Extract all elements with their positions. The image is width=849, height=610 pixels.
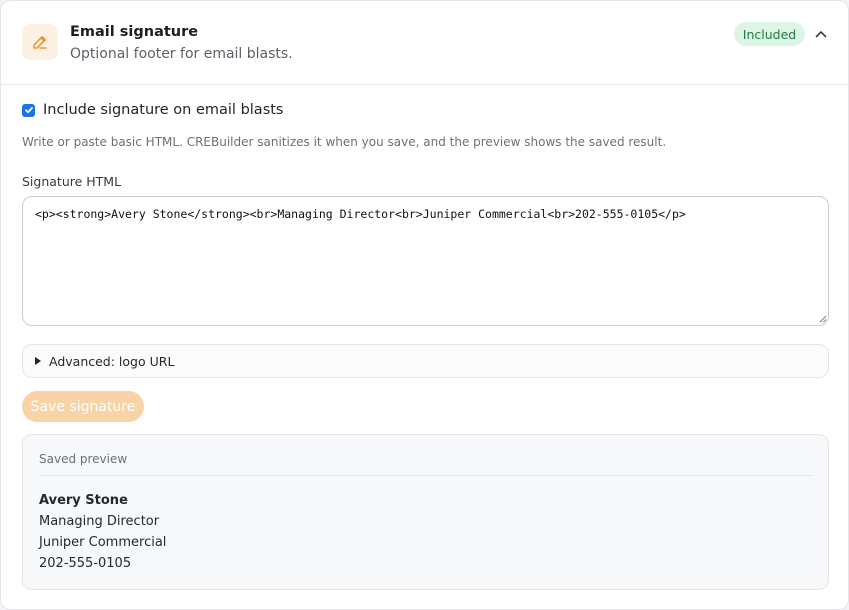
section-header[interactable]: Email signature Optional footer for emai… <box>1 1 848 85</box>
include-signature-checkbox[interactable] <box>22 103 35 117</box>
preview-phone: 202-555-0105 <box>39 556 132 571</box>
preview-company: Juniper Commercial <box>39 535 167 550</box>
include-signature-row[interactable]: Include signature on email blasts <box>22 102 283 118</box>
section-title: Email signature <box>70 24 199 40</box>
section-subtitle: Optional footer for email blasts. <box>70 46 293 62</box>
chevron-up-icon <box>815 31 827 38</box>
included-badge: Included <box>734 22 805 46</box>
preview-signature: Avery Stone Managing Director Juniper Co… <box>39 490 166 574</box>
pencil-icon <box>22 24 58 60</box>
email-signature-card: Email signature Optional footer for emai… <box>0 0 849 610</box>
save-signature-button[interactable]: Save signature <box>22 391 144 422</box>
resize-handle-icon[interactable] <box>818 314 827 323</box>
checkmark-icon <box>24 107 33 114</box>
preview-job-title: Managing Director <box>39 514 160 529</box>
preview-name: Avery Stone <box>39 493 128 508</box>
collapse-button[interactable] <box>811 25 831 43</box>
help-text: Write or paste basic HTML. CREBuilder sa… <box>22 135 667 149</box>
include-signature-label[interactable]: Include signature on email blasts <box>43 102 283 118</box>
advanced-logo-url-label: Advanced: logo URL <box>49 353 175 369</box>
preview-divider <box>39 475 813 476</box>
saved-preview-label: Saved preview <box>39 452 128 466</box>
saved-preview-panel: Saved preview Avery Stone Managing Direc… <box>22 434 829 590</box>
signature-html-textarea[interactable]: <p><strong>Avery Stone</strong><br>Manag… <box>22 196 829 326</box>
signature-html-label: Signature HTML <box>22 174 122 189</box>
disclosure-triangle-icon <box>35 357 41 365</box>
advanced-logo-url-toggle[interactable]: Advanced: logo URL <box>22 344 829 378</box>
